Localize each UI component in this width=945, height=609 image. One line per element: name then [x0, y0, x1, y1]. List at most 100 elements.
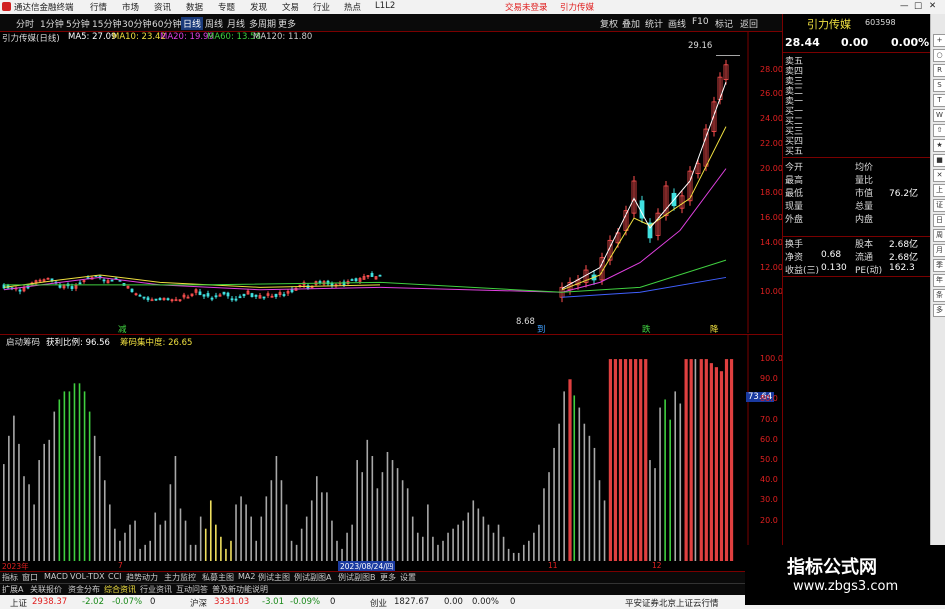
chip-bar — [533, 532, 535, 561]
chip-indicator-chart[interactable]: 启动筹码 获利比例: 96.56 筹码集中度: 26.65 73.64 100.… — [0, 334, 783, 565]
index-cy-label[interactable]: 创业 — [370, 597, 387, 609]
side-tool-16[interactable]: 年 — [933, 274, 945, 287]
menu-market-quotes[interactable]: 行情 — [90, 1, 107, 13]
tool-overlay[interactable]: 叠加 — [622, 17, 640, 30]
trade-login-link[interactable]: 交易未登录 — [505, 1, 548, 13]
tool-restore-rights[interactable]: 复权 — [600, 17, 618, 30]
menu-data[interactable]: 数据 — [186, 1, 203, 13]
tab-private-main[interactable]: 私募主图 — [202, 572, 234, 583]
side-tool-6[interactable]: ⇧ — [933, 124, 945, 137]
side-tool-4[interactable]: T — [933, 94, 945, 107]
tab-cci[interactable]: CCI — [108, 572, 122, 581]
side-tool-7[interactable]: ★ — [933, 139, 945, 152]
tab-macd[interactable]: MACD — [44, 572, 68, 581]
index-hs-label[interactable]: 沪深 — [190, 597, 207, 609]
tab-ma2[interactable]: MA2 — [238, 572, 255, 581]
side-tool-17[interactable]: 条 — [933, 289, 945, 302]
title-bar: 通达信金融终端 行情 市场 资讯 数据 专题 发现 文易 行业 热点 L1L2 … — [0, 0, 945, 14]
side-tool-12[interactable]: 日 — [933, 214, 945, 227]
side-tool-11[interactable]: 证 — [933, 199, 945, 212]
tab-indicator[interactable]: 指标 — [2, 572, 18, 583]
menu-hot[interactable]: 热点 — [344, 1, 361, 13]
period-5min[interactable]: 5分钟 — [66, 17, 90, 30]
menu-l1l2[interactable]: L1L2 — [375, 1, 395, 11]
side-tool-13[interactable]: 周 — [933, 229, 945, 242]
candle-body — [354, 278, 358, 282]
period-more[interactable]: 更多 — [278, 17, 296, 30]
period-30min[interactable]: 30分钟 — [122, 17, 151, 30]
info-tab-related[interactable]: 关联报价 — [30, 584, 62, 595]
candle-body — [242, 293, 246, 297]
side-tool-0[interactable]: + — [933, 34, 945, 47]
side-tool-2[interactable]: R — [933, 64, 945, 77]
tool-back[interactable]: 返回 — [740, 17, 758, 30]
tab-more[interactable]: 更多 — [380, 572, 396, 583]
menu-market[interactable]: 市场 — [122, 1, 139, 13]
chip-bar — [437, 544, 439, 561]
tool-mark[interactable]: 标记 — [715, 17, 733, 30]
indicator-title: 启动筹码 — [6, 338, 41, 348]
chip-bar — [199, 516, 202, 561]
stock-title-link[interactable]: 引力传媒 — [560, 1, 594, 13]
info-tab-news[interactable]: 综合资讯 — [104, 584, 136, 595]
index-sh-label[interactable]: 上证 — [10, 597, 27, 609]
info-tab-funds[interactable]: 资金分布 — [68, 584, 100, 595]
chip-bar — [528, 540, 530, 561]
indicator-tick-2: 80.0 — [760, 394, 778, 404]
indicator-tick-4: 60.0 — [760, 434, 778, 444]
menu-discover[interactable]: 发现 — [250, 1, 267, 13]
side-tool-18[interactable]: 多 — [933, 304, 945, 317]
side-tool-10[interactable]: 上 — [933, 184, 945, 197]
info-tab-features[interactable]: 普及新功能说明 — [212, 584, 268, 595]
maximize-button[interactable]: □ — [914, 1, 922, 11]
side-tool-3[interactable]: S — [933, 79, 945, 92]
side-tool-8[interactable]: ■ — [933, 154, 945, 167]
tab-window[interactable]: 窗口 — [22, 572, 38, 583]
tool-statistics[interactable]: 统计 — [645, 17, 663, 30]
tab-test-sub-b[interactable]: 例试副图B — [338, 572, 376, 583]
close-button[interactable]: ✕ — [929, 1, 936, 11]
period-15min[interactable]: 15分钟 — [92, 17, 121, 30]
period-daily[interactable]: 日线 — [181, 17, 204, 30]
tab-vol-tdx[interactable]: VOL-TDX — [70, 572, 105, 581]
tab-trend-power[interactable]: 趋势动力 — [126, 572, 158, 583]
panel-divider — [783, 276, 931, 277]
menu-topics[interactable]: 专题 — [218, 1, 235, 13]
minimize-button[interactable]: — — [900, 1, 909, 11]
tab-test-sub-a[interactable]: 例试副图A — [294, 572, 331, 583]
side-tool-9[interactable]: ✕ — [933, 169, 945, 182]
tab-settings[interactable]: 设置 — [400, 572, 416, 583]
chip-bar — [326, 492, 328, 561]
info-tab-extend[interactable]: 扩展A — [2, 584, 23, 595]
period-monthly[interactable]: 月线 — [227, 17, 245, 30]
chip-bar — [300, 528, 303, 561]
chip-bar — [38, 460, 40, 561]
chip-bar — [98, 456, 101, 561]
side-tool-5[interactable]: W — [933, 109, 945, 122]
tool-draw-line[interactable]: 画线 — [668, 17, 686, 30]
tab-test-main[interactable]: 例试主图 — [258, 572, 290, 583]
candle-body — [370, 273, 374, 277]
info-tab-qa[interactable]: 互动问答 — [176, 584, 208, 595]
side-tool-15[interactable]: 季 — [933, 259, 945, 272]
menu-wenyi[interactable]: 文易 — [282, 1, 299, 13]
side-tool-1[interactable]: ○ — [933, 49, 945, 62]
period-intraday[interactable]: 分时 — [16, 17, 34, 30]
info-tab-industry-news[interactable]: 行业资讯 — [140, 584, 172, 595]
menu-news[interactable]: 资讯 — [154, 1, 171, 13]
period-60min[interactable]: 60分钟 — [152, 17, 181, 30]
candle-body — [202, 294, 206, 297]
stat-cell-2-2: 市值 — [855, 189, 874, 199]
candle-body — [230, 298, 234, 301]
chip-bar — [472, 500, 475, 561]
period-weekly[interactable]: 周线 — [205, 17, 223, 30]
period-1min[interactable]: 1分钟 — [40, 17, 64, 30]
menu-industry[interactable]: 行业 — [313, 1, 330, 13]
tool-f10[interactable]: F10 — [692, 17, 709, 27]
chip-bar — [310, 500, 313, 561]
quote-panel: 引力传媒 603598 28.44 0.00 0.00% 卖五 卖四 卖三 卖二 卖一买… — [782, 14, 931, 595]
main-kline-chart[interactable]: 引力传媒(日线) MA5: 27.09 MA10: 23.42 MA20: 19… — [0, 31, 783, 335]
tab-main-monitor[interactable]: 主力监控 — [164, 572, 196, 583]
side-tool-14[interactable]: 月 — [933, 244, 945, 257]
period-multi[interactable]: 多周期 — [249, 17, 276, 30]
